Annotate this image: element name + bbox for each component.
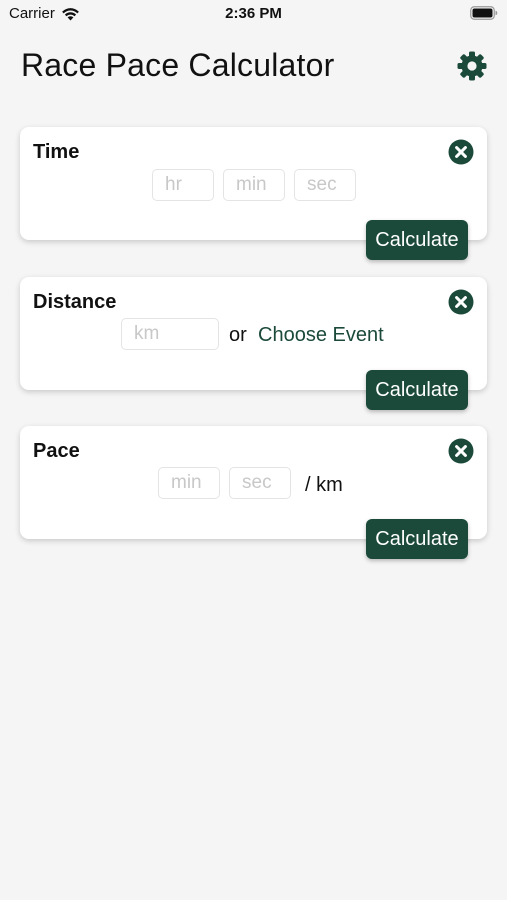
battery-icon	[470, 6, 498, 25]
x-circle-icon	[448, 438, 474, 468]
distance-card-title: Distance	[33, 291, 117, 313]
time-minutes-input[interactable]	[223, 169, 285, 201]
x-circle-icon	[448, 139, 474, 169]
status-time: 2:36 PM	[225, 5, 282, 22]
time-calculate-button[interactable]: Calculate	[366, 220, 468, 260]
time-card-title: Time	[33, 141, 80, 163]
distance-clear-button[interactable]	[448, 289, 474, 315]
pace-card-title: Pace	[33, 440, 80, 462]
gear-icon	[456, 51, 488, 86]
pace-clear-button[interactable]	[448, 438, 474, 464]
pace-unit-label: / km	[305, 474, 343, 496]
x-circle-icon	[448, 289, 474, 319]
time-seconds-input[interactable]	[294, 169, 356, 201]
distance-calculate-button[interactable]: Calculate	[366, 370, 468, 410]
pace-seconds-input[interactable]	[229, 467, 291, 499]
distance-or-label: or	[229, 324, 247, 346]
choose-event-link[interactable]: Choose Event	[258, 324, 384, 347]
status-bar: Carrier 2:36 PM	[0, 0, 507, 30]
distance-km-input[interactable]	[121, 318, 219, 350]
time-clear-button[interactable]	[448, 139, 474, 165]
time-card: Time Calculate	[20, 127, 487, 260]
distance-card: Distance or Choose Event Calculate	[20, 277, 487, 410]
pace-calculate-button[interactable]: Calculate	[366, 519, 468, 559]
pace-minutes-input[interactable]	[158, 467, 220, 499]
settings-button[interactable]	[456, 50, 488, 82]
page-title: Race Pace Calculator	[21, 47, 335, 83]
time-hours-input[interactable]	[152, 169, 214, 201]
pace-card: Pace / km Calculate	[20, 426, 487, 559]
